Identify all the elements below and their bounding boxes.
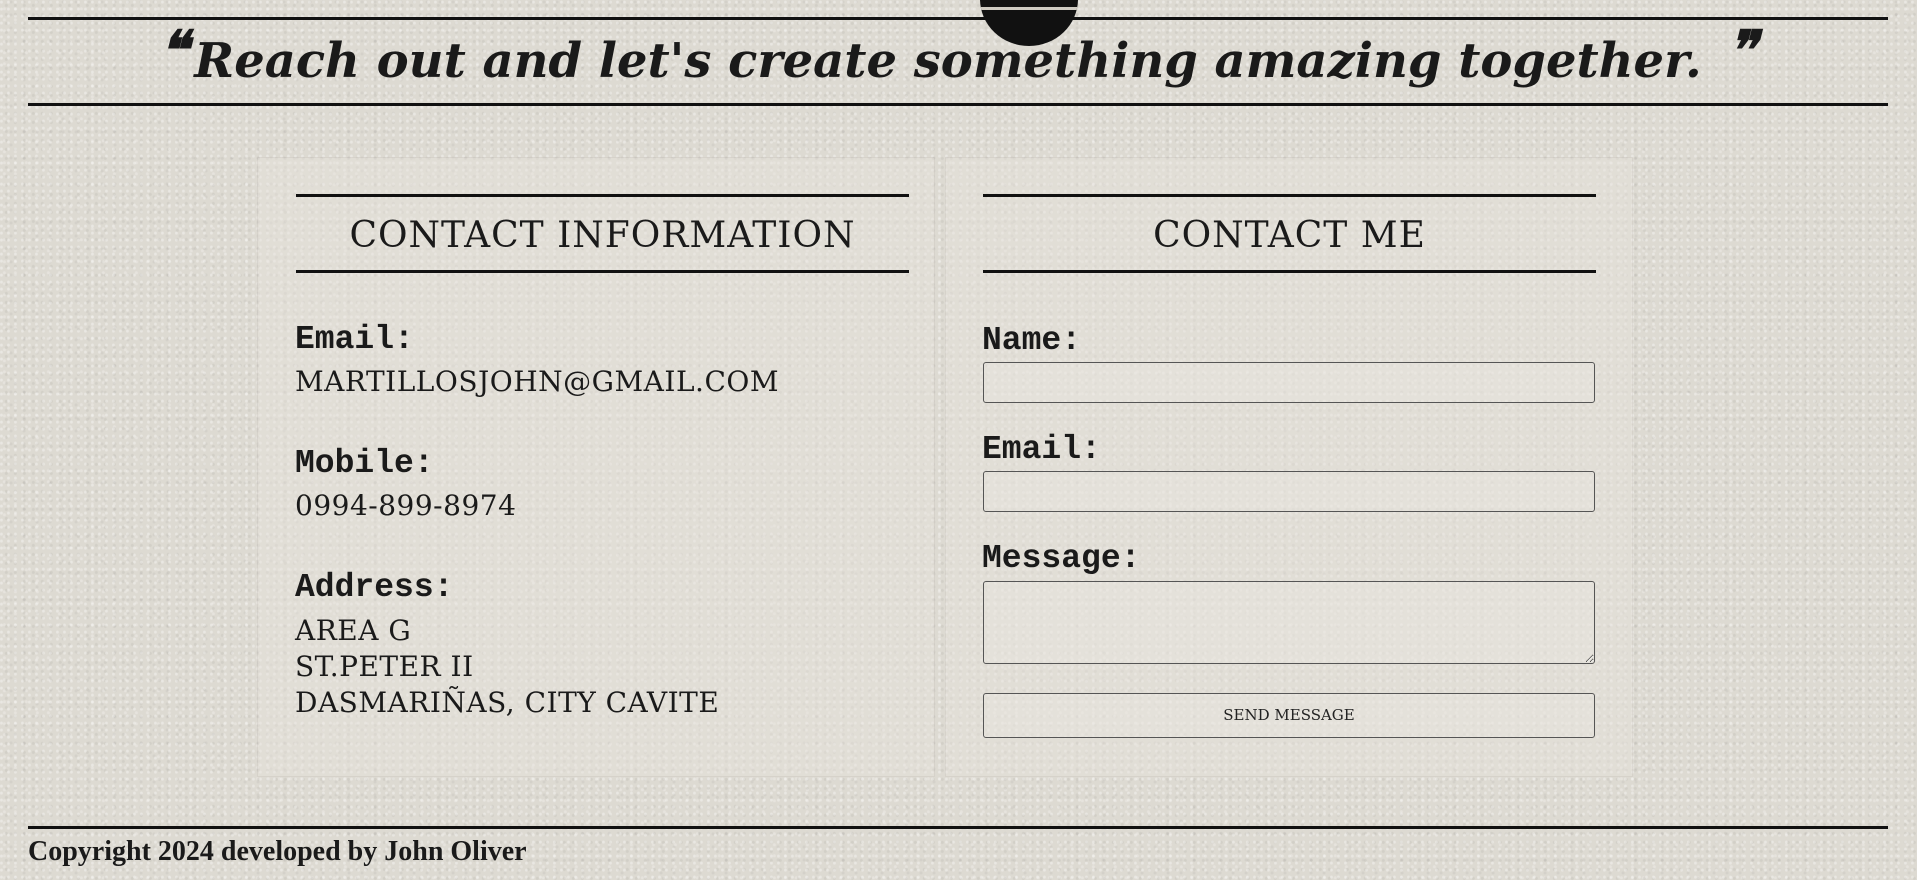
info-address-line: Area G <box>295 614 412 647</box>
contact-form-title-bottom-rule <box>983 270 1596 273</box>
form-message-label: Message: <box>982 540 1141 577</box>
form-name-label: Name: <box>982 322 1082 359</box>
contact-form-title-top-rule <box>983 194 1596 197</box>
info-address-line: Dasmariñas, City Cavite <box>295 686 720 719</box>
open-quote-icon: ❝ <box>159 18 189 82</box>
info-address-line: St.Peter II <box>295 650 474 683</box>
email-input[interactable] <box>983 471 1595 512</box>
contact-info-title: Contact Information <box>349 215 856 256</box>
send-message-button[interactable]: Send Message <box>983 693 1595 738</box>
quote-text: Reach out and let's create something ama… <box>194 33 1702 89</box>
info-email-value: martillosjohn@gmail.com <box>295 365 779 398</box>
name-input[interactable] <box>983 362 1595 403</box>
copyright-text: Copyright 2024 developed by John Oliver <box>28 836 527 867</box>
message-textarea[interactable] <box>983 581 1595 664</box>
contact-info-title-bottom-rule <box>296 270 909 273</box>
footer-divider <box>28 826 1888 829</box>
top-divider <box>28 17 1888 20</box>
close-quote-icon: ❞ <box>1727 18 1757 82</box>
info-mobile-label: Mobile: <box>295 445 434 482</box>
info-address-label: Address: <box>295 569 454 606</box>
quote-banner: ❝ Reach out and let's create something am… <box>28 18 1888 92</box>
contact-form-title: Contact Me <box>1153 215 1426 256</box>
quote-bottom-divider <box>28 103 1888 106</box>
contact-info-title-top-rule <box>296 194 909 197</box>
form-email-label: Email: <box>982 431 1101 468</box>
info-email-label: Email: <box>295 321 414 358</box>
info-mobile-value: 0994-899-8974 <box>295 489 517 522</box>
